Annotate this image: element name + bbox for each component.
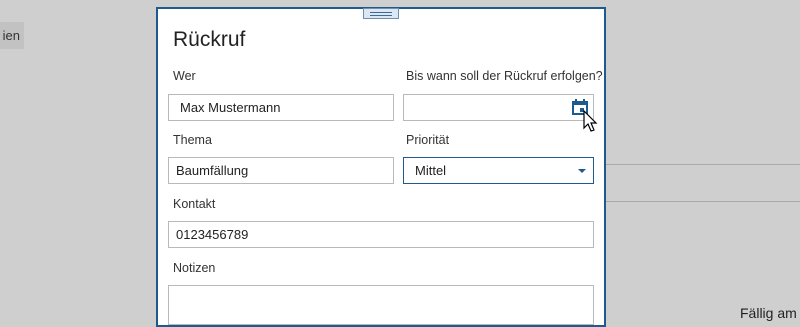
thema-label: Thema	[173, 133, 212, 147]
mouse-cursor-icon	[583, 110, 598, 132]
bis-wann-label: Bis wann soll der Rückruf erfolgen?	[406, 69, 603, 83]
prioritaet-select[interactable]: Mittel	[403, 157, 594, 184]
kontakt-field[interactable]: 0123456789	[168, 221, 594, 248]
background-tab[interactable]: ien	[0, 22, 24, 49]
notizen-label: Notizen	[173, 261, 216, 275]
background-divider	[606, 201, 800, 202]
bis-wann-date-field[interactable]	[403, 94, 594, 121]
background-divider	[606, 164, 800, 165]
kontakt-label: Kontakt	[173, 197, 216, 211]
dialog-title: Rückruf	[173, 28, 246, 51]
thema-field[interactable]: Baumfällung	[168, 157, 394, 184]
prioritaet-label: Priorität	[406, 133, 450, 147]
chevron-down-icon	[578, 169, 586, 173]
notizen-textarea[interactable]	[168, 285, 594, 325]
callback-dialog: Rückruf Wer Bis wann soll der Rückruf er…	[156, 7, 606, 327]
prioritaet-value: Mittel	[415, 163, 447, 178]
drag-handle[interactable]	[363, 8, 399, 19]
wer-field[interactable]: Max Mustermann	[168, 94, 394, 121]
background-due-label: Fällig am	[740, 305, 797, 321]
wer-label: Wer	[173, 69, 196, 83]
